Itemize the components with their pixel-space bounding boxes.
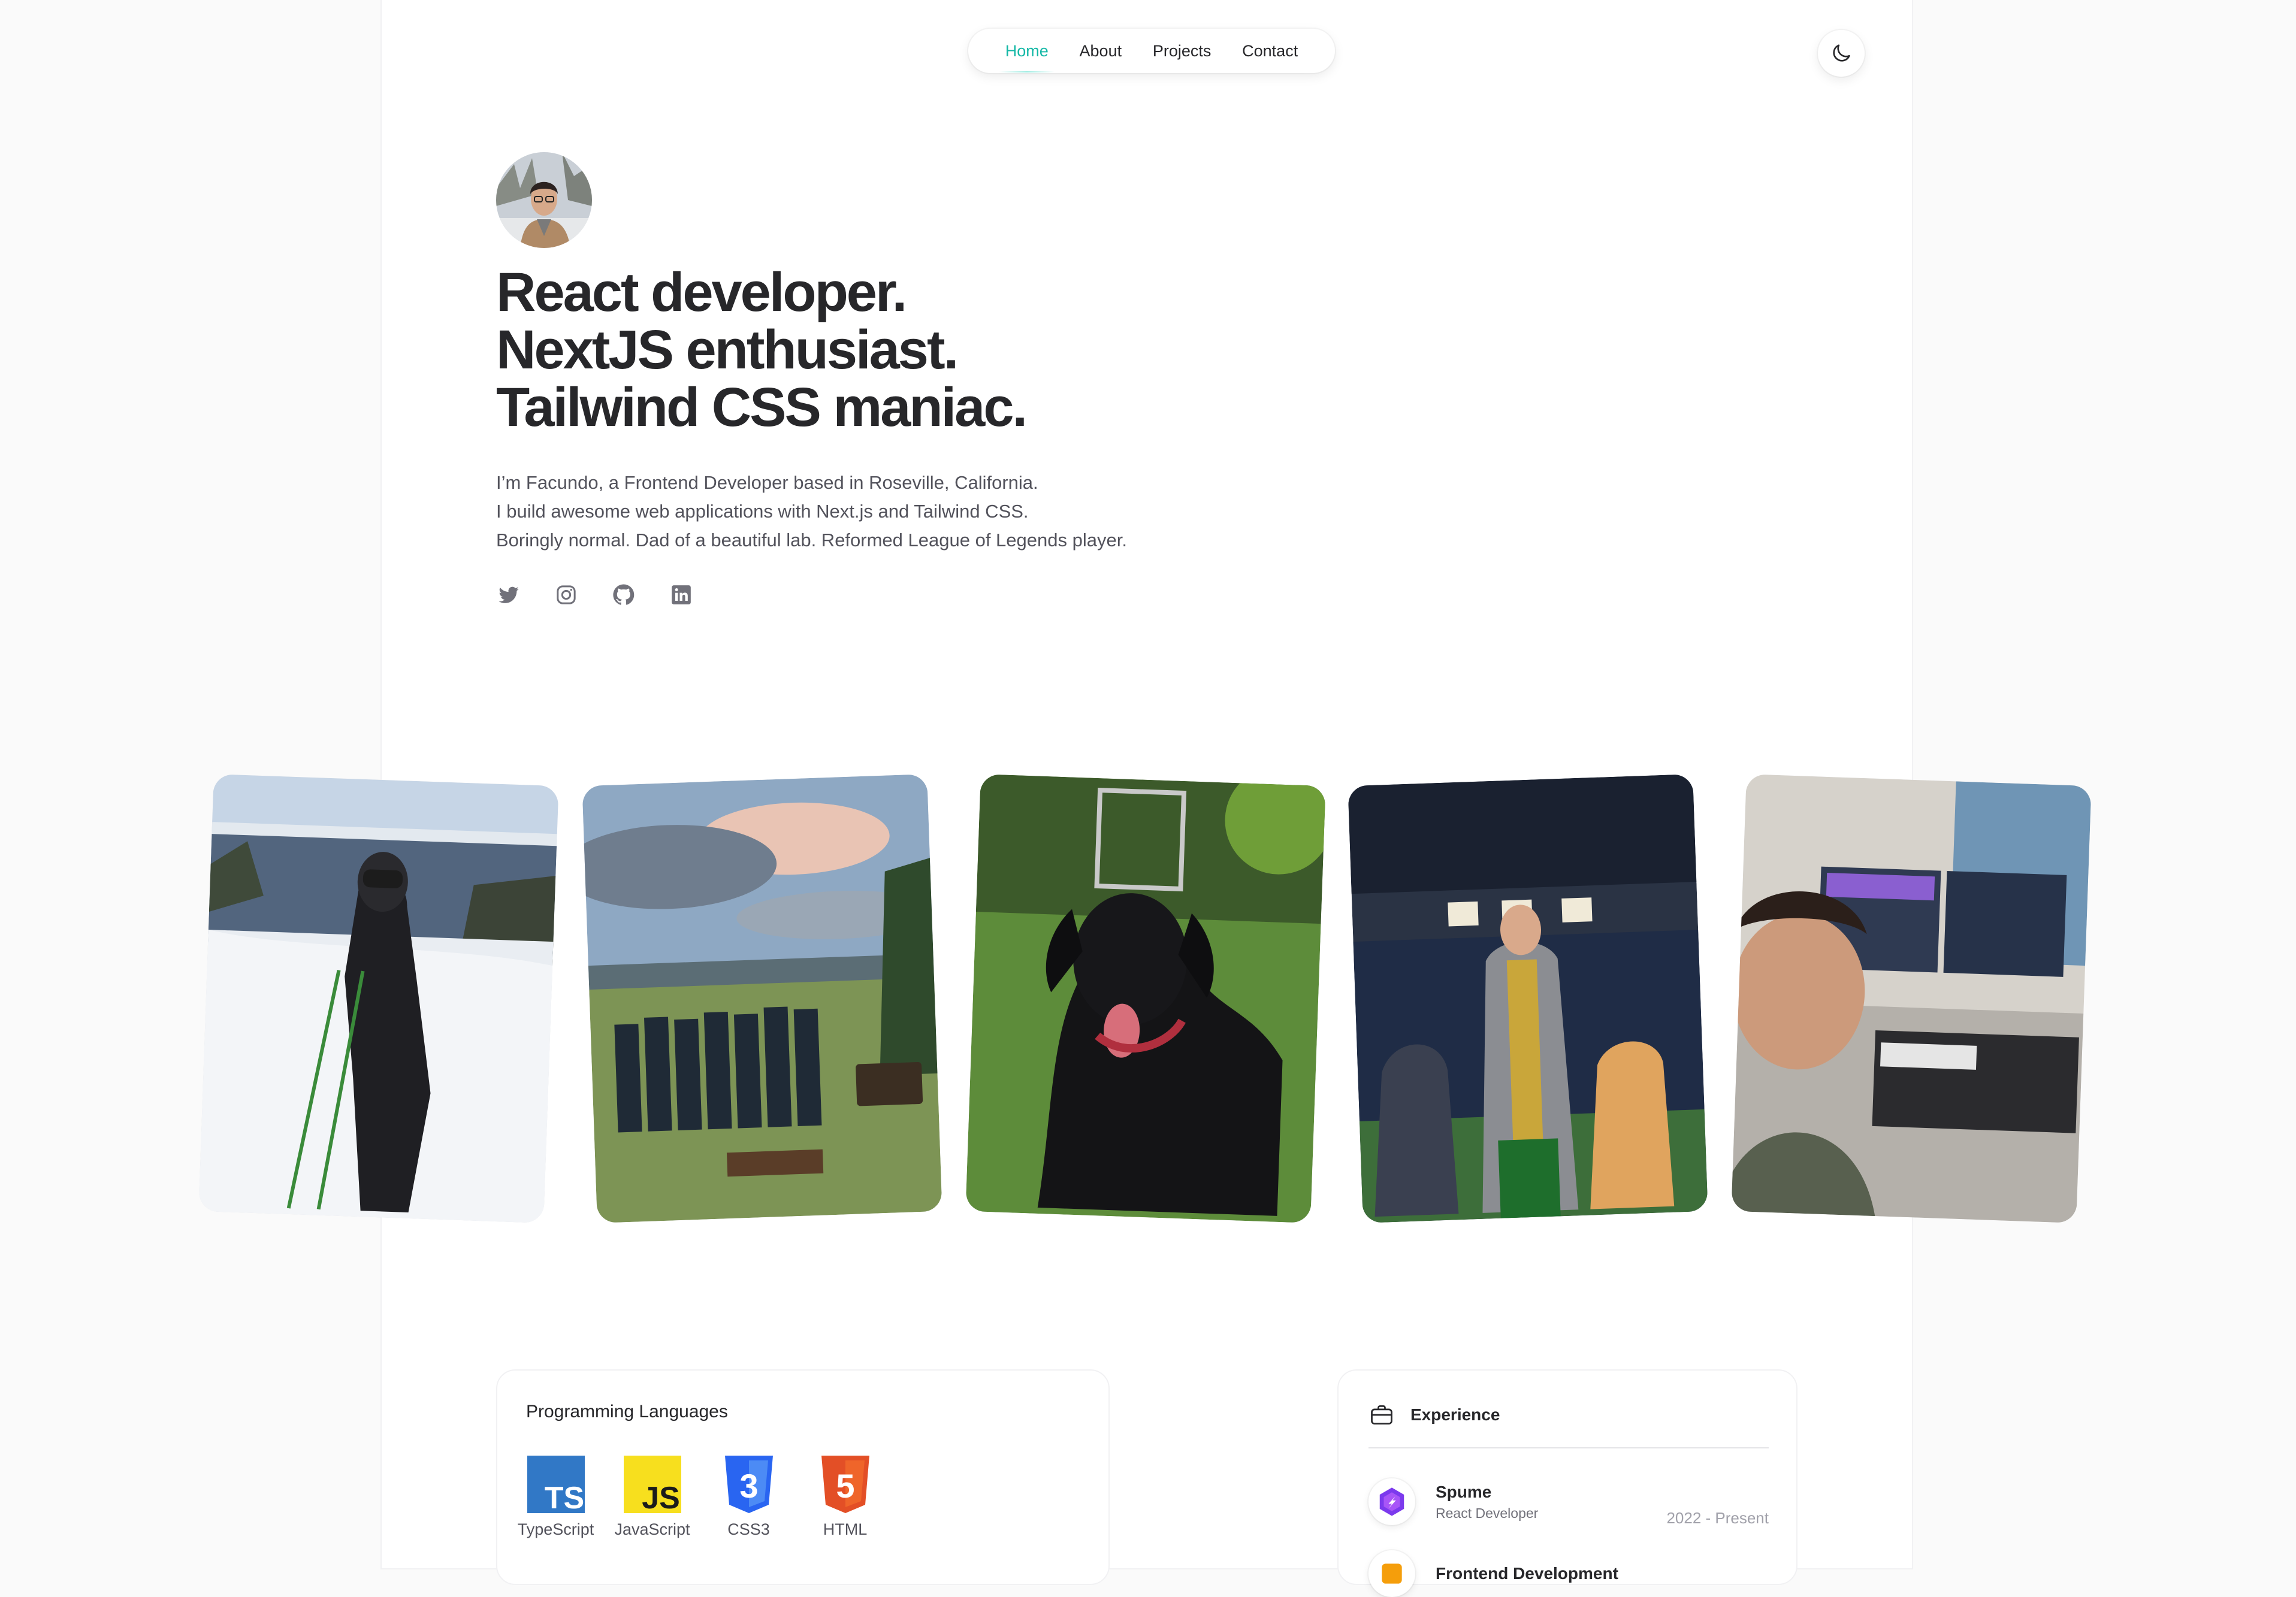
nav-contact[interactable]: Contact [1236, 42, 1304, 61]
company-name: Frontend Development [1436, 1564, 1618, 1583]
hero-bio: I’m Facundo, a Frontend Developer based … [496, 468, 1275, 555]
social-links [496, 582, 694, 607]
twitter-link[interactable] [496, 582, 521, 607]
trophy-photo [1348, 774, 1708, 1223]
group-patagonia-photo [582, 774, 942, 1223]
linkedin-icon [672, 585, 691, 604]
headline-line: NextJS enthusiast. [496, 319, 959, 380]
experience-header: Experience [1368, 1402, 1500, 1428]
main-nav: Home About Projects Contact [968, 29, 1335, 73]
company-logo [1368, 1550, 1415, 1597]
nav-projects[interactable]: Projects [1147, 42, 1218, 61]
svg-text:TS: TS [544, 1481, 584, 1513]
programming-languages-card: Programming Languages TS TypeScript JS J… [496, 1369, 1110, 1585]
experience-card: Experience Spume React Developer 2022 - … [1337, 1369, 1797, 1597]
linkedin-link[interactable] [669, 582, 694, 607]
briefcase-icon [1371, 1405, 1392, 1425]
github-link[interactable] [611, 582, 636, 607]
hero-headline: React developer. NextJS enthusiast. Tail… [496, 264, 1335, 436]
nav-home[interactable]: Home [999, 42, 1055, 72]
github-icon [613, 584, 635, 605]
language-label: CSS3 [727, 1520, 770, 1538]
card-title: Programming Languages [526, 1402, 728, 1421]
twitter-icon [499, 586, 519, 603]
frontend-development-logo-icon [1382, 1563, 1402, 1584]
company-logo [1368, 1478, 1415, 1525]
bio-line: I build awesome web applications with Ne… [496, 501, 1029, 522]
spume-logo-icon [1379, 1487, 1404, 1516]
language-item: 5 HTML [805, 1456, 886, 1539]
javascript-icon: JS [623, 1456, 681, 1513]
language-label: HTML [823, 1520, 868, 1538]
language-list: TS TypeScript JS JavaScript 3 CSS3 5 HTM… [515, 1456, 886, 1539]
bio-line: I’m Facundo, a Frontend Developer based … [496, 472, 1038, 493]
instagram-icon [557, 585, 576, 604]
theme-toggle-button[interactable] [1818, 30, 1865, 77]
moon-icon [1833, 44, 1850, 62]
headline-line: React developer. [496, 262, 907, 323]
card-title: Experience [1410, 1405, 1500, 1424]
desk-setup-photo [1731, 774, 2092, 1223]
nav-about[interactable]: About [1074, 42, 1128, 61]
html5-icon: 5 [821, 1456, 869, 1513]
language-item: TS TypeScript [515, 1456, 596, 1539]
language-label: TypeScript [517, 1520, 594, 1538]
svg-text:3: 3 [739, 1467, 758, 1505]
language-item: 3 CSS3 [708, 1456, 789, 1539]
headline-line: Tailwind CSS maniac. [496, 377, 1028, 438]
typescript-icon: TS [527, 1456, 585, 1513]
language-item: JS JavaScript [612, 1456, 693, 1539]
instagram-link[interactable] [554, 582, 579, 607]
company-name: Spume [1436, 1482, 1492, 1501]
job-dates: 2022 - Present [1666, 1509, 1769, 1527]
css3-icon: 3 [724, 1456, 773, 1513]
svg-text:JS: JS [642, 1481, 680, 1513]
skiing-photo [198, 774, 559, 1223]
avatar [496, 152, 592, 248]
job-item: Frontend Development [1368, 1550, 1769, 1597]
job-role: React Developer [1436, 1505, 1539, 1521]
black-labrador-photo [965, 774, 1326, 1223]
svg-text:5: 5 [836, 1467, 854, 1505]
language-label: JavaScript [614, 1520, 690, 1538]
divider [1368, 1447, 1769, 1448]
job-item: Spume React Developer 2022 - Present [1368, 1478, 1769, 1527]
bio-line: Boringly normal. Dad of a beautiful lab.… [496, 530, 1127, 551]
